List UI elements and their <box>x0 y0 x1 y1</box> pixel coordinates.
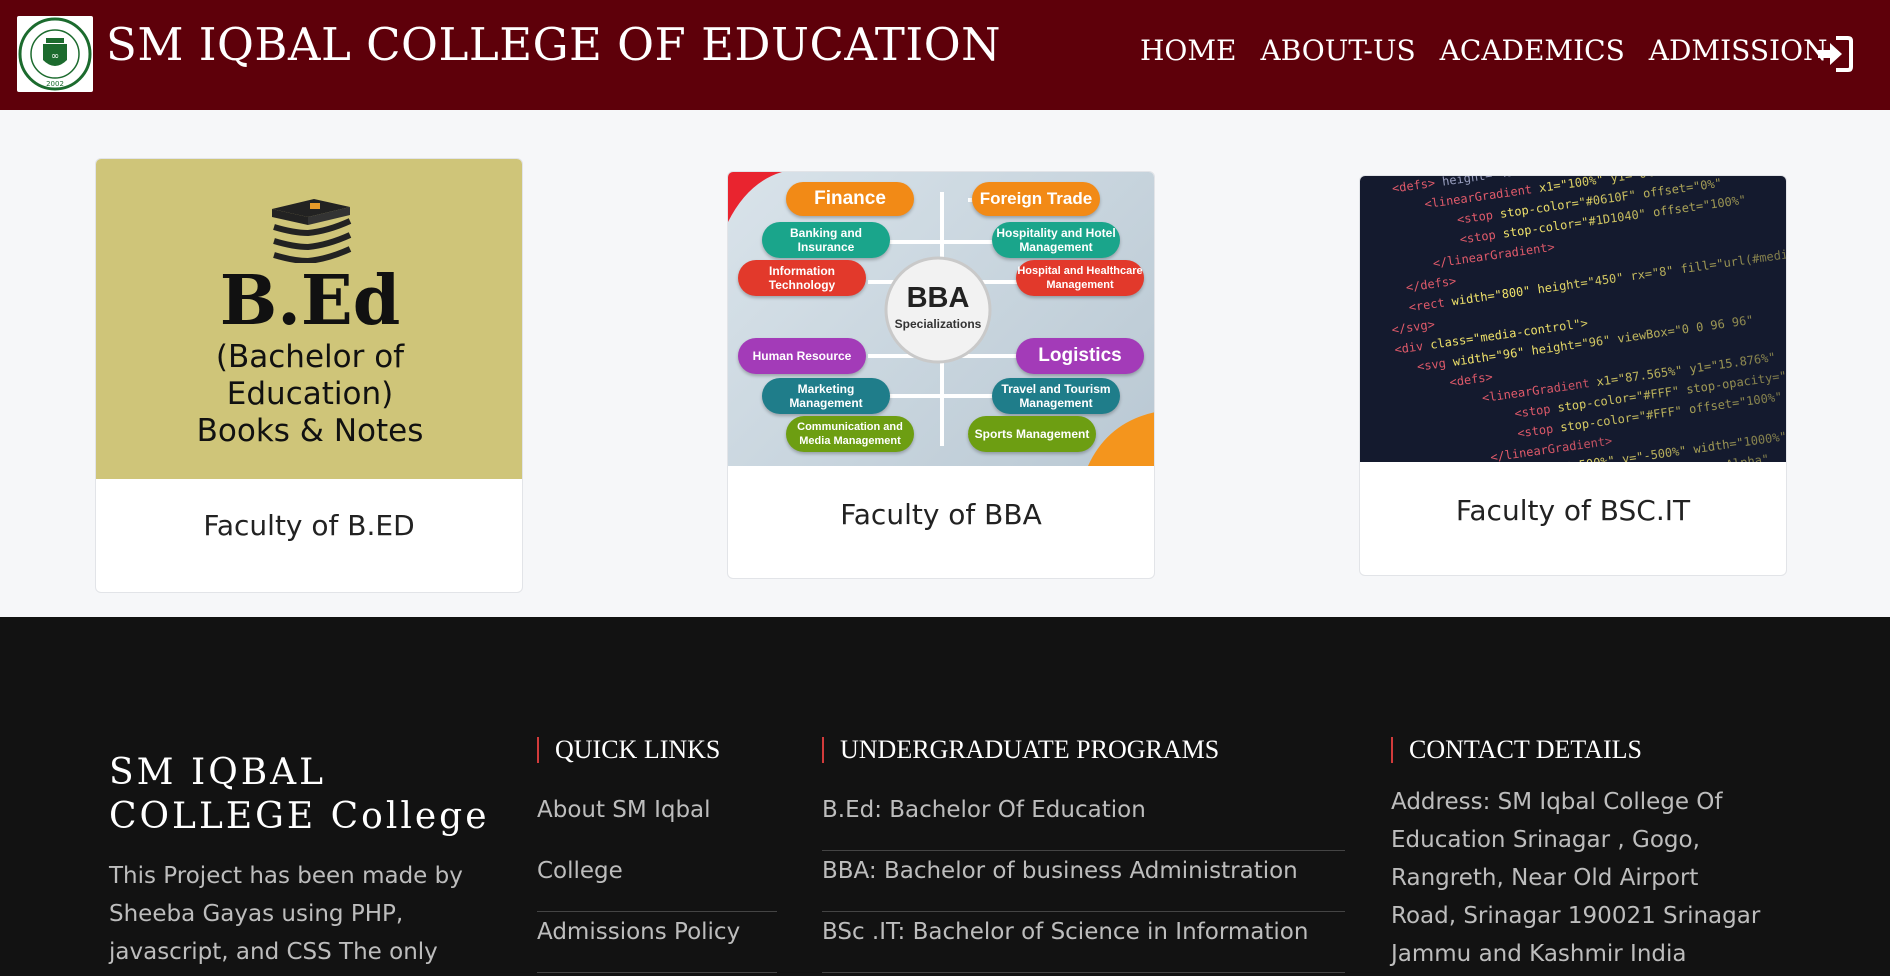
bba-card-image: Finance Foreign Trade Banking and Insura… <box>728 172 1154 466</box>
card-title[interactable]: Faculty of BSC.IT <box>1360 494 1786 527</box>
bba-pill: Foreign Trade <box>972 182 1100 216</box>
footer-link[interactable]: College <box>537 851 777 912</box>
program-link[interactable]: BSc .IT: Bachelor of Science in Informat… <box>822 912 1345 973</box>
bba-pill: Sports Management <box>968 416 1096 452</box>
footer-link[interactable]: Admissions Policy <box>537 912 777 973</box>
bba-pill: Hospitality and Hotel Management <box>992 222 1120 258</box>
card-title[interactable]: Faculty of B.ED <box>96 509 522 542</box>
main-nav: HOME ABOUT-US ACADEMICS ADMISSION <box>1140 34 1852 67</box>
footer-link[interactable]: About SM Iqbal <box>537 790 777 851</box>
bba-pill: Finance <box>786 182 914 216</box>
bba-pill: Hospital and Healthcare Management <box>1016 260 1144 296</box>
nav-admission[interactable]: ADMISSION <box>1649 34 1828 67</box>
quick-links-list: About SM Iqbal College Admissions Policy <box>537 790 777 973</box>
svg-text:∞: ∞ <box>51 51 59 62</box>
site-title[interactable]: SM IQBAL COLLEGE OF EDUCATION <box>106 18 1001 71</box>
footer: SM IQBAL COLLEGE College This Project ha… <box>0 617 1890 976</box>
bed-heading: B.Ed <box>219 261 401 341</box>
footer-description: This Project has been made by Sheeba Gay… <box>109 863 463 965</box>
bba-center-subtitle: Specializations <box>894 317 982 331</box>
bed-subtitle-line: Books & Notes <box>196 413 424 449</box>
nav-about-us[interactable]: ABOUT-US <box>1260 34 1415 67</box>
college-logo[interactable]: ∞ 2002 <box>17 16 93 92</box>
bba-pill: Human Resource <box>738 338 866 374</box>
bed-subtitle-line: Education) <box>226 376 394 412</box>
faculty-bed-card[interactable]: B.Ed (Bachelor of Education) Books & Not… <box>95 158 523 593</box>
bed-card-image: B.Ed (Bachelor of Education) Books & Not… <box>96 159 522 479</box>
footer-heading-contact: CONTACT DETAILS <box>1391 737 1642 763</box>
footer-brand: SM IQBAL COLLEGE College <box>109 752 490 837</box>
sign-in-icon[interactable] <box>1814 34 1854 74</box>
program-link[interactable]: B.Ed: Bachelor Of Education <box>822 790 1345 851</box>
faculty-bba-card[interactable]: Finance Foreign Trade Banking and Insura… <box>727 171 1155 579</box>
faculty-bscit-card[interactable]: <defs> height="450" viewBox="0 0 800 <li… <box>1359 175 1787 576</box>
nav-home[interactable]: HOME <box>1140 34 1236 67</box>
contact-address: Address: SM Iqbal College Of Education S… <box>1391 789 1761 967</box>
programs-list: B.Ed: Bachelor Of Education BBA: Bachelo… <box>822 790 1345 973</box>
nav-academics[interactable]: ACADEMICS <box>1440 34 1625 67</box>
navbar: ∞ 2002 SM IQBAL COLLEGE OF EDUCATION HOM… <box>0 0 1890 110</box>
bba-pill: Banking and Insurance <box>762 222 890 258</box>
bba-center-title: BBA <box>906 282 970 314</box>
code-screen-image: <defs> height="450" viewBox="0 0 800 <li… <box>1360 176 1786 462</box>
footer-heading-programs: UNDERGRADUATE PROGRAMS <box>822 737 1219 763</box>
program-link[interactable]: BBA: Bachelor of business Administration <box>822 851 1345 912</box>
bba-pill: Travel and Tourism Management <box>992 378 1120 414</box>
bba-pill: Logistics <box>1016 338 1144 374</box>
bba-pill: Marketing Management <box>762 378 890 414</box>
bba-pill: Information Technology <box>738 260 866 296</box>
books-icon <box>272 199 352 263</box>
bed-subtitle-line: (Bachelor of <box>215 339 405 375</box>
footer-heading-quick-links: QUICK LINKS <box>537 737 720 763</box>
bba-pill: Communication and Media Management <box>786 416 914 452</box>
card-title[interactable]: Faculty of BBA <box>728 498 1154 531</box>
svg-text:2002: 2002 <box>46 80 64 88</box>
